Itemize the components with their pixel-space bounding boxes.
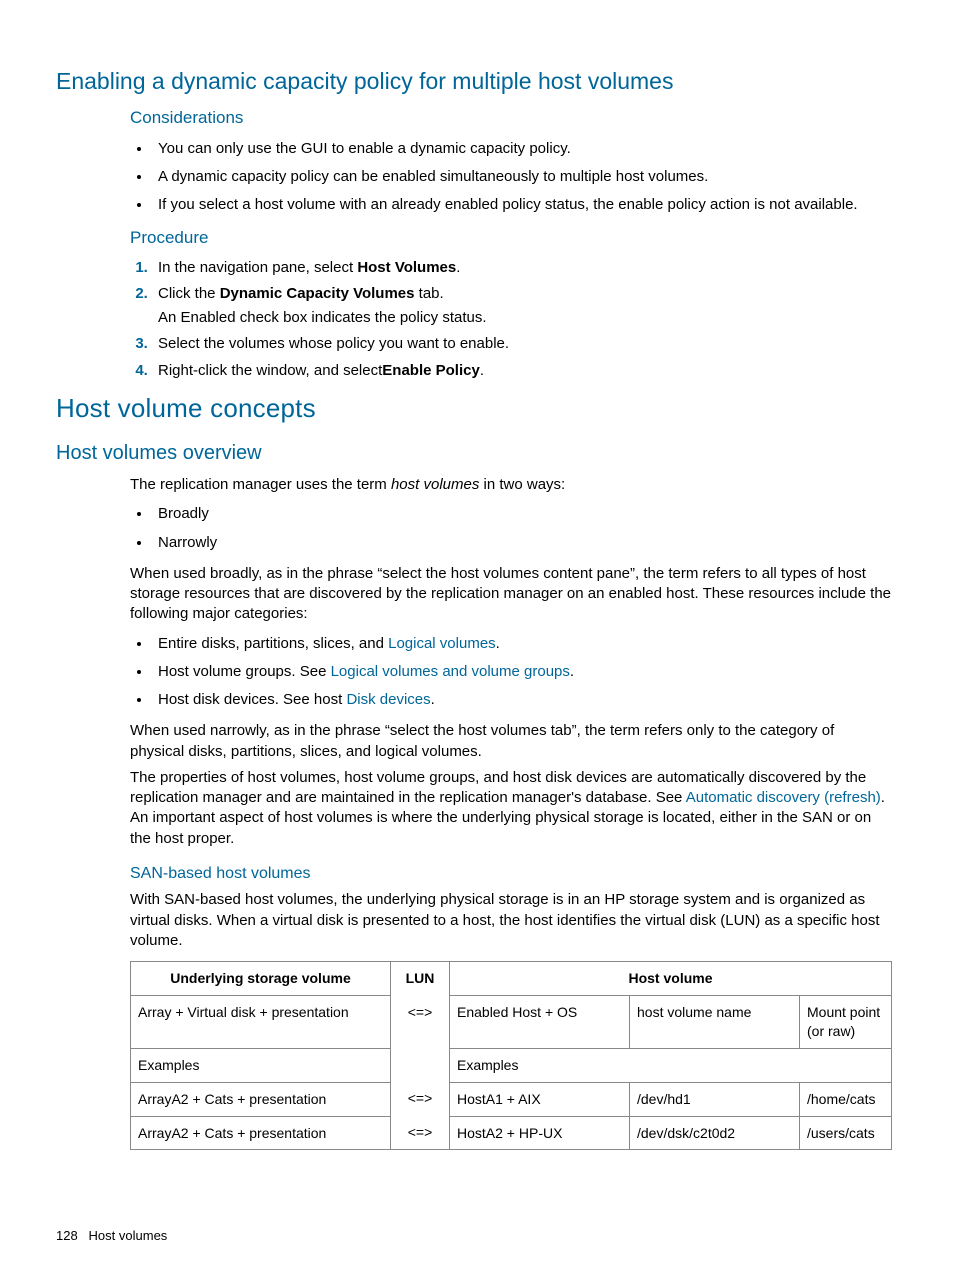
text: Entire disks, partitions, slices, and: [158, 635, 388, 652]
cell-hv: /dev/dsk/c2t0d2: [630, 1116, 800, 1150]
italic-text: host volumes: [391, 476, 479, 493]
intro-paragraph: The replication manager uses the term ho…: [130, 475, 892, 495]
table-row: ArrayA2 + Cats + presentation <=> HostA1…: [131, 1082, 892, 1116]
bold-text: Enable Policy: [382, 362, 480, 379]
page-number: 128: [56, 1228, 78, 1243]
text: .: [431, 691, 435, 708]
cell-hv: Enabled Host + OS: [450, 996, 630, 1049]
considerations-heading: Considerations: [130, 107, 892, 130]
consideration-item: If you select a host volume with an alre…: [152, 192, 892, 220]
cell-examples: Examples: [131, 1048, 391, 1082]
categories-list: Entire disks, partitions, slices, and Lo…: [130, 631, 892, 716]
considerations-list: You can only use the GUI to enable a dyn…: [130, 136, 892, 221]
text: In the navigation pane, select: [158, 259, 357, 276]
procedure-heading: Procedure: [130, 227, 892, 250]
text: Click the: [158, 285, 220, 302]
substep-text: An Enabled check box indicates the polic…: [158, 308, 892, 328]
san-table: Underlying storage volume LUN Host volum…: [130, 961, 892, 1150]
section-heading-enable-policy: Enabling a dynamic capacity policy for m…: [56, 66, 892, 97]
narrow-paragraph: When used narrowly, as in the phrase “se…: [130, 721, 892, 762]
text: in two ways:: [479, 476, 565, 493]
cell-hv: /home/cats: [800, 1082, 892, 1116]
procedure-step: In the navigation pane, select Host Volu…: [152, 256, 892, 282]
properties-paragraph: The properties of host volumes, host vol…: [130, 768, 892, 849]
broadly-paragraph: When used broadly, as in the phrase “sel…: [130, 564, 892, 625]
category-item: Entire disks, partitions, slices, and Lo…: [152, 631, 892, 659]
cell-empty: [391, 1048, 450, 1082]
text: Host disk devices. See host: [158, 691, 346, 708]
cell-arrow: <=>: [391, 1082, 450, 1116]
table-header-row: Underlying storage volume LUN Host volum…: [131, 962, 892, 996]
chapter-name: Host volumes: [89, 1228, 168, 1243]
category-item: Host disk devices. See host Disk devices…: [152, 687, 892, 715]
text: tab.: [414, 285, 443, 302]
table-row: ArrayA2 + Cats + presentation <=> HostA2…: [131, 1116, 892, 1150]
text: .: [570, 663, 574, 680]
way-item: Broadly: [152, 501, 892, 529]
cell-hv: HostA2 + HP-UX: [450, 1116, 630, 1150]
link-auto-discovery[interactable]: Automatic discovery (refresh): [686, 789, 881, 806]
cell-arrow: <=>: [391, 996, 450, 1049]
procedure-step: Right-click the window, and selectEnable…: [152, 359, 892, 385]
category-item: Host volume groups. See Logical volumes …: [152, 659, 892, 687]
san-heading: SAN-based host volumes: [130, 863, 892, 885]
page-footer: 128 Host volumes: [56, 1227, 167, 1245]
text: Host volume groups. See: [158, 663, 331, 680]
link-logical-volumes[interactable]: Logical volumes: [388, 635, 496, 652]
link-volume-groups[interactable]: Logical volumes and volume groups: [331, 663, 570, 680]
bold-text: Dynamic Capacity Volumes: [220, 285, 415, 302]
cell-examples: Examples: [450, 1048, 892, 1082]
way-item: Narrowly: [152, 530, 892, 558]
text: .: [480, 362, 484, 379]
cell-arrow: <=>: [391, 1116, 450, 1150]
link-disk-devices[interactable]: Disk devices: [346, 691, 430, 708]
procedure-step: Click the Dynamic Capacity Volumes tab. …: [152, 282, 892, 333]
ways-list: Broadly Narrowly: [130, 501, 892, 558]
cell-hv: /users/cats: [800, 1116, 892, 1150]
cell-usv: Array + Virtual disk + presentation: [131, 996, 391, 1049]
consideration-item: You can only use the GUI to enable a dyn…: [152, 136, 892, 164]
cell-usv: ArrayA2 + Cats + presentation: [131, 1116, 391, 1150]
section-heading-concepts: Host volume concepts: [56, 391, 892, 426]
text: .: [456, 259, 460, 276]
procedure-list: In the navigation pane, select Host Volu…: [130, 256, 892, 385]
table-row: Examples Examples: [131, 1048, 892, 1082]
consideration-item: A dynamic capacity policy can be enabled…: [152, 164, 892, 192]
procedure-step: Select the volumes whose policy you want…: [152, 332, 892, 358]
cell-hv: HostA1 + AIX: [450, 1082, 630, 1116]
text: The replication manager uses the term: [130, 476, 391, 493]
text: Right-click the window, and select: [158, 362, 382, 379]
cell-hv: /dev/hd1: [630, 1082, 800, 1116]
th-underlying: Underlying storage volume: [131, 962, 391, 996]
text: .: [496, 635, 500, 652]
bold-text: Host Volumes: [357, 259, 456, 276]
cell-usv: ArrayA2 + Cats + presentation: [131, 1082, 391, 1116]
table-row: Array + Virtual disk + presentation <=> …: [131, 996, 892, 1049]
cell-hv: Mount point (or raw): [800, 996, 892, 1049]
cell-hv: host volume name: [630, 996, 800, 1049]
th-lun: LUN: [391, 962, 450, 996]
th-hostvol: Host volume: [450, 962, 892, 996]
overview-heading: Host volumes overview: [56, 440, 892, 467]
san-paragraph: With SAN-based host volumes, the underly…: [130, 890, 892, 951]
